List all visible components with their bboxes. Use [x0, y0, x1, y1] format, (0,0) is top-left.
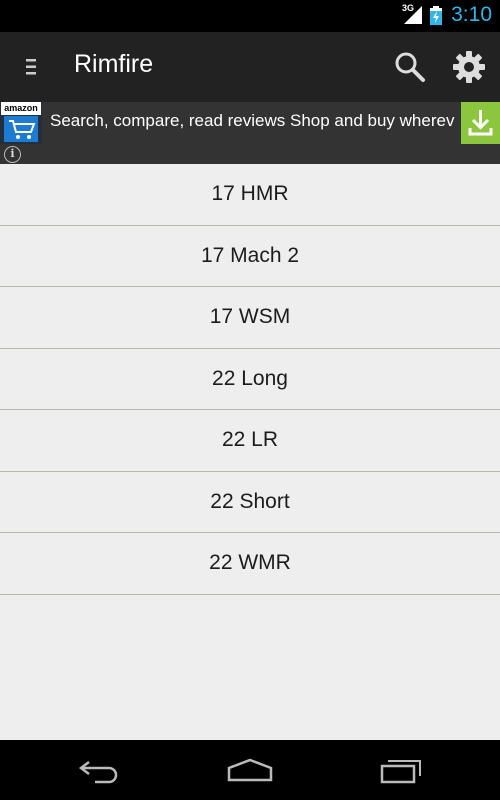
app-title: Rimfire: [74, 50, 154, 78]
back-icon[interactable]: [75, 754, 125, 786]
ad-banner[interactable]: amazon Search, compare, read reviews Sho…: [0, 102, 500, 164]
download-button[interactable]: [461, 102, 500, 144]
action-bar: Rimfire: [0, 32, 500, 102]
amazon-cart-icon[interactable]: amazon: [0, 102, 42, 144]
info-icon[interactable]: i: [4, 146, 21, 163]
list-item-label: 22 LR: [221, 428, 279, 452]
navigation-bar: [0, 740, 500, 800]
search-icon[interactable]: [392, 49, 428, 85]
list-item-label: 22 WMR: [209, 551, 291, 575]
list-item[interactable]: 22 Long: [0, 349, 500, 410]
list-item-label: 17 HMR: [211, 182, 289, 206]
list-item[interactable]: 17 Mach 2: [0, 226, 500, 287]
list-item[interactable]: 17 WSM: [0, 287, 500, 349]
ad-text[interactable]: Search, compare, read reviews Shop and b…: [50, 111, 455, 131]
cart-graphic: [4, 116, 38, 142]
battery-charging-icon: [430, 6, 442, 25]
amazon-logo-text: amazon: [1, 102, 41, 115]
recent-apps-icon[interactable]: [376, 754, 426, 786]
clock: 3:10: [451, 3, 492, 26]
signal-icon: [404, 6, 422, 24]
list-item-label: 22 Long: [212, 366, 288, 390]
list-item[interactable]: 22 WMR: [0, 533, 500, 595]
status-bar: 3G 3:10: [0, 0, 500, 32]
menu-icon[interactable]: [22, 56, 38, 78]
list-item-label: 17 Mach 2: [200, 243, 300, 267]
list-item-label: 17 WSM: [209, 305, 291, 329]
list-item-label: 22 Short: [210, 489, 290, 513]
home-icon[interactable]: [225, 754, 275, 786]
cartridge-list: 17 HMR 17 Mach 2 17 WSM 22 Long 22 LR 22…: [0, 164, 500, 740]
list-item[interactable]: 22 Short: [0, 472, 500, 533]
download-icon: [468, 110, 493, 136]
list-item[interactable]: 17 HMR: [0, 164, 500, 226]
list-item[interactable]: 22 LR: [0, 410, 500, 472]
settings-icon[interactable]: [451, 49, 487, 85]
